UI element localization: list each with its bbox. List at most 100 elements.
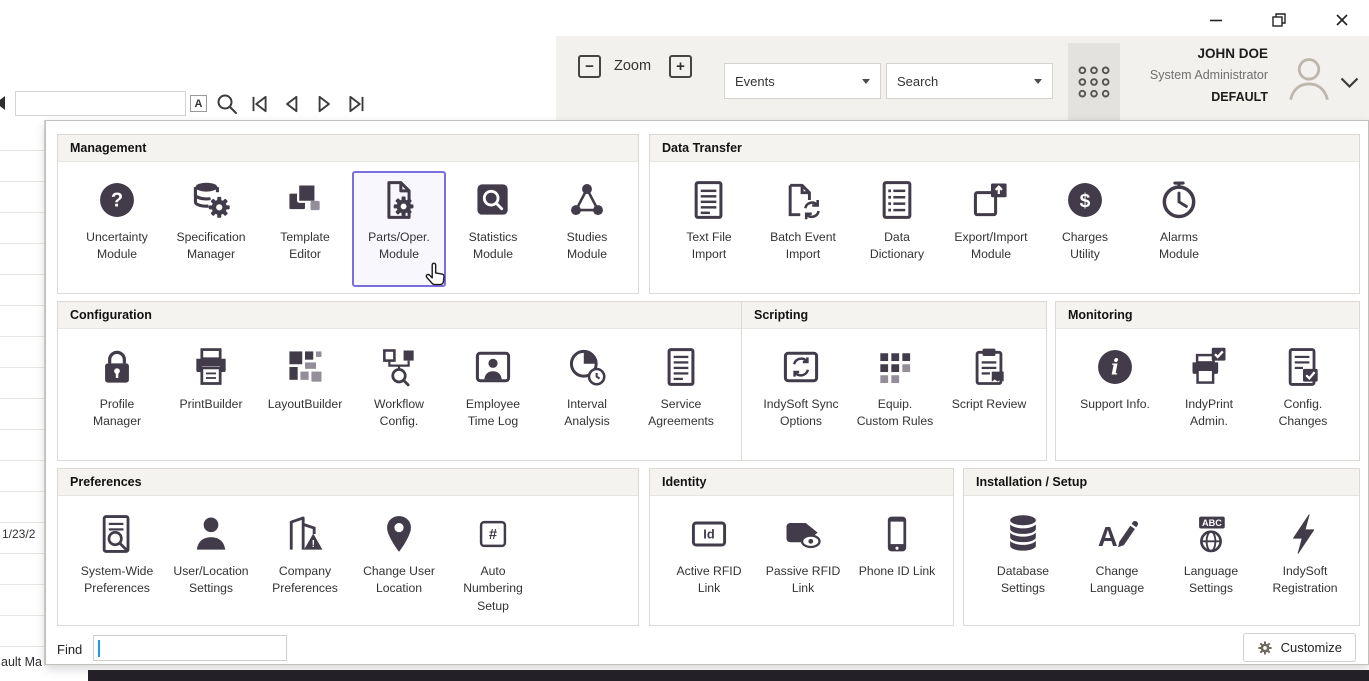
module-employee-time-log[interactable]: Employee Time Log bbox=[446, 338, 540, 454]
module-alarms-module[interactable]: Alarms Module bbox=[1132, 171, 1226, 287]
letter-pen-icon: A bbox=[1095, 512, 1139, 556]
zoom-out-button[interactable]: − bbox=[578, 55, 601, 78]
module-label: LayoutBuilder bbox=[268, 396, 343, 413]
module-data-dictionary[interactable]: Data Dictionary bbox=[850, 171, 944, 287]
module-label: IndySoft Sync Options bbox=[763, 396, 838, 431]
group-installation-setup: Installation / SetupDatabase SettingsACh… bbox=[963, 468, 1360, 626]
document-sync-icon bbox=[781, 178, 825, 222]
group-body: IndySoft Sync Options Equip. Custom Rules… bbox=[742, 329, 1046, 454]
previous-button[interactable] bbox=[281, 93, 303, 115]
group-identity: IdentityIdActive RFID LinkPassive RFID L… bbox=[649, 468, 954, 626]
skip-last-button[interactable] bbox=[346, 93, 368, 115]
module-printbuilder[interactable]: PrintBuilder bbox=[164, 338, 258, 454]
module-specification-manager[interactable]: Specification Manager bbox=[164, 171, 258, 287]
module-phone-id-link[interactable]: Phone ID Link bbox=[850, 505, 944, 621]
avatar[interactable] bbox=[1283, 52, 1335, 104]
close-icon bbox=[1335, 13, 1349, 27]
module-charges-utility[interactable]: $Charges Utility bbox=[1038, 171, 1132, 287]
maximize-button[interactable] bbox=[1266, 10, 1292, 30]
skip-first-icon bbox=[248, 93, 270, 115]
find-input[interactable] bbox=[93, 635, 287, 661]
module-label: Auto Numbering Setup bbox=[463, 563, 523, 615]
module-export-import-module[interactable]: Export/Import Module bbox=[944, 171, 1038, 287]
events-dropdown[interactable]: Events bbox=[724, 63, 881, 99]
module-workflow-config[interactable]: Workflow Config. bbox=[352, 338, 446, 454]
id-card-icon: Id bbox=[687, 512, 731, 556]
module-system-wide-preferences[interactable]: System-Wide Preferences bbox=[70, 505, 164, 621]
module-indysoft-registration[interactable]: IndySoft Registration bbox=[1258, 505, 1352, 621]
skip-first-button[interactable] bbox=[248, 93, 270, 115]
minimize-button[interactable] bbox=[1203, 10, 1229, 30]
pie-clock-icon bbox=[565, 345, 609, 389]
module-template-editor[interactable]: Template Editor bbox=[258, 171, 352, 287]
lightning-icon bbox=[1283, 512, 1327, 556]
module-service-agreements[interactable]: Service Agreements bbox=[634, 338, 728, 454]
module-company-preferences[interactable]: !Company Preferences bbox=[258, 505, 352, 621]
lock-icon bbox=[95, 345, 139, 389]
module-label: Text File Import bbox=[686, 229, 731, 264]
module-statistics-module[interactable]: Statistics Module bbox=[446, 171, 540, 287]
module-label: IndyPrint Admin. bbox=[1185, 396, 1233, 431]
alarm-clock-icon bbox=[1157, 178, 1201, 222]
close-button[interactable] bbox=[1329, 10, 1355, 30]
module-label: Database Settings bbox=[997, 563, 1049, 598]
module-label: User/Location Settings bbox=[173, 563, 248, 598]
module-user-location-settings[interactable]: User/Location Settings bbox=[164, 505, 258, 621]
module-database-settings[interactable]: Database Settings bbox=[976, 505, 1070, 621]
map-pin-icon bbox=[377, 512, 421, 556]
chevron-down-icon bbox=[1034, 79, 1042, 84]
user-menu[interactable]: JOHN DOE System Administrator DEFAULT bbox=[1086, 46, 1268, 104]
dollar-circle-icon: $ bbox=[1063, 178, 1107, 222]
module-label: Change Language bbox=[1090, 563, 1144, 598]
search-icon[interactable] bbox=[215, 92, 239, 116]
module-label: Employee Time Log bbox=[466, 396, 520, 431]
module-script-review[interactable]: Script Review bbox=[942, 338, 1036, 454]
module-label: Active RFID Link bbox=[676, 563, 741, 598]
module-layoutbuilder[interactable]: LayoutBuilder bbox=[258, 338, 352, 454]
module-batch-event-import[interactable]: Batch Event Import bbox=[756, 171, 850, 287]
module-indysoft-sync-options[interactable]: IndySoft Sync Options bbox=[754, 338, 848, 454]
svg-text:#: # bbox=[489, 527, 497, 543]
module-uncertainty-module[interactable]: ?Uncertainty Module bbox=[70, 171, 164, 287]
quick-search-input[interactable] bbox=[15, 91, 186, 116]
module-profile-manager[interactable]: Profile Manager bbox=[70, 338, 164, 454]
next-button[interactable] bbox=[313, 93, 335, 115]
module-passive-rfid-link[interactable]: Passive RFID Link bbox=[756, 505, 850, 621]
zoom-in-button[interactable]: + bbox=[669, 55, 692, 78]
document-gear-icon bbox=[377, 178, 421, 222]
module-language-settings[interactable]: ABCLanguage Settings bbox=[1164, 505, 1258, 621]
skip-last-icon bbox=[346, 93, 368, 115]
font-case-button[interactable]: A bbox=[190, 95, 207, 112]
module-label: Alarms Module bbox=[1159, 229, 1199, 264]
gear-icon bbox=[1257, 640, 1273, 656]
zoom-label: Zoom bbox=[614, 58, 651, 74]
background-table bbox=[0, 120, 45, 666]
module-auto-numbering-setup[interactable]: # Auto Numbering Setup bbox=[446, 505, 540, 621]
module-label: Phone ID Link bbox=[859, 563, 936, 580]
module-label: Change User Location bbox=[363, 563, 435, 598]
chevron-down-icon[interactable] bbox=[1340, 77, 1359, 89]
module-config-changes[interactable]: Config. Changes bbox=[1256, 338, 1350, 454]
module-change-language[interactable]: A Change Language bbox=[1070, 505, 1164, 621]
module-label: Company Preferences bbox=[272, 563, 338, 598]
module-support-info[interactable]: iSupport Info. bbox=[1068, 338, 1162, 454]
question-circle-icon: ? bbox=[95, 178, 139, 222]
module-active-rfid-link[interactable]: Id Active RFID Link bbox=[662, 505, 756, 621]
module-text-file-import[interactable]: Text File Import bbox=[662, 171, 756, 287]
workflow-icon bbox=[377, 345, 421, 389]
module-interval-analysis[interactable]: Interval Analysis bbox=[540, 338, 634, 454]
search-dropdown[interactable]: Search bbox=[886, 63, 1053, 99]
info-circle-icon: i bbox=[1093, 345, 1137, 389]
group-title: Data Transfer bbox=[650, 135, 1359, 162]
customize-button[interactable]: Customize bbox=[1243, 633, 1356, 662]
module-indyprint-admin[interactable]: IndyPrint Admin. bbox=[1162, 338, 1256, 454]
person-card-icon bbox=[471, 345, 515, 389]
minimize-icon bbox=[1209, 13, 1223, 27]
group-title: Monitoring bbox=[1056, 302, 1359, 329]
module-studies-module[interactable]: Studies Module bbox=[540, 171, 634, 287]
module-change-user-location[interactable]: Change User Location bbox=[352, 505, 446, 621]
smartphone-icon bbox=[875, 512, 919, 556]
module-equip-custom-rules[interactable]: Equip. Custom Rules bbox=[848, 338, 942, 454]
module-label: Export/Import Module bbox=[954, 229, 1027, 264]
group-title: Preferences bbox=[58, 469, 638, 496]
